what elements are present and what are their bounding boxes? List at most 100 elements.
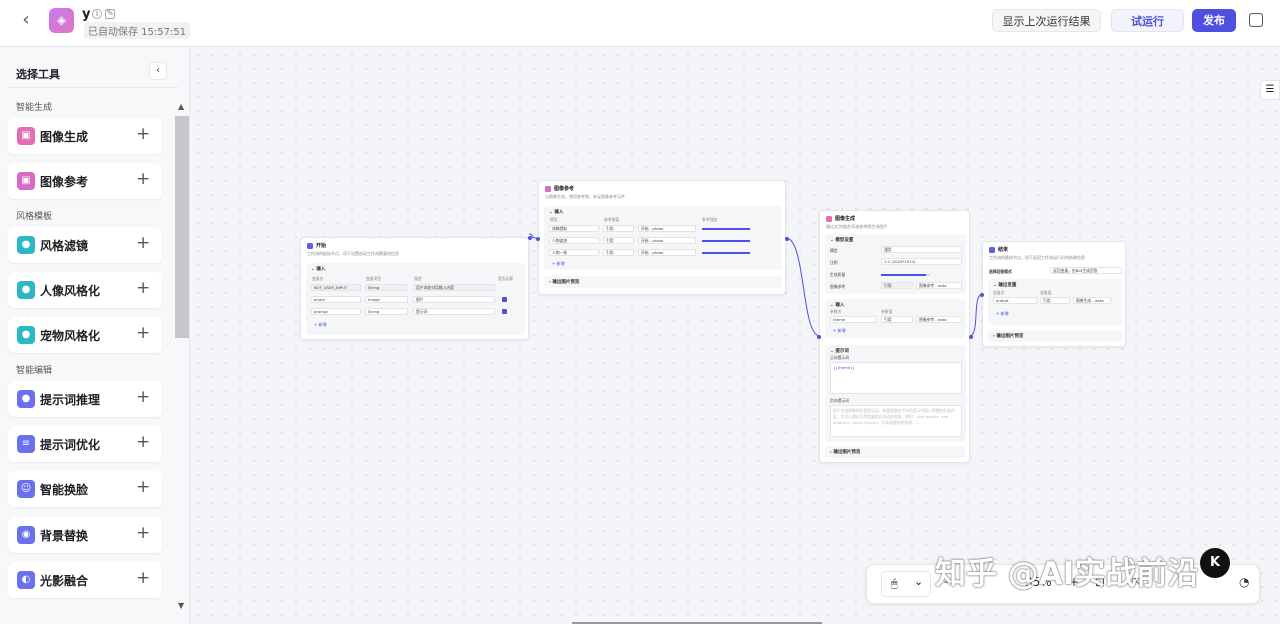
add-tool-icon[interactable]: + bbox=[136, 278, 150, 298]
input-port[interactable] bbox=[817, 335, 821, 339]
publish-button[interactable]: 发布 bbox=[1192, 9, 1236, 32]
var-name-field[interactable]: prompt bbox=[311, 308, 361, 315]
image-generation-node[interactable]: 图像生成 通过文字描述/添加参考图生成图片 ⌄ 模型设置 模型 通用 比例 1:… bbox=[817, 210, 973, 463]
ref-value-select[interactable]: 图像参考 - data bbox=[916, 282, 962, 289]
tool-style-filter[interactable]: ● 风格滤镜 + bbox=[8, 227, 162, 263]
field-label: 负向提示词 bbox=[830, 398, 849, 403]
tool-label: 风格滤镜 bbox=[40, 239, 89, 253]
required-checkbox[interactable] bbox=[502, 297, 507, 302]
param-value-select[interactable]: 图像参考 - data bbox=[916, 316, 962, 323]
tool-portrait-style[interactable]: ● 人像风格化 + bbox=[8, 272, 162, 308]
model-select[interactable]: 通用 bbox=[881, 246, 962, 253]
collapse-sidebar-icon[interactable]: ‹ bbox=[149, 62, 167, 80]
scroll-up-icon[interactable]: ▲ bbox=[178, 102, 184, 111]
var-name-field[interactable]: photo bbox=[311, 296, 361, 303]
ref-model-select[interactable]: 人物姿态 bbox=[549, 237, 599, 244]
tool-image-generation[interactable]: ▣ 图像生成 + bbox=[8, 118, 162, 154]
add-output-button[interactable]: + 新增 bbox=[996, 311, 1009, 317]
start-node[interactable]: 开始 工作流的起始节点，用于设置启动工作流需要的信息 ⌄ 输入 变量名 变量类型… bbox=[300, 236, 532, 340]
add-tool-icon[interactable]: + bbox=[136, 568, 150, 588]
interaction-mode-select[interactable]: 🖱 ⌄ bbox=[881, 571, 931, 597]
tool-prompt-optimize[interactable]: ≡ 提示词优化 + bbox=[8, 426, 162, 462]
add-param-button[interactable]: + 新增 bbox=[833, 328, 846, 334]
add-tool-icon[interactable]: + bbox=[136, 387, 150, 407]
end-output-preview[interactable]: › 输出图片预览 bbox=[988, 330, 1122, 342]
ref-strength-slider[interactable] bbox=[702, 252, 750, 254]
var-type-select[interactable]: String bbox=[365, 284, 408, 291]
test-run-button[interactable]: 试运行 bbox=[1111, 9, 1184, 32]
ref-model-select[interactable]: 线稿提取 bbox=[549, 225, 599, 232]
ref-model-select[interactable]: 人物一致 bbox=[549, 249, 599, 256]
var-desc-field[interactable]: 图片 bbox=[413, 296, 495, 303]
ref-mode-select[interactable]: 引用 bbox=[603, 249, 634, 256]
var-desc-field[interactable]: 用户本轮对话输入内容 bbox=[413, 284, 495, 291]
ref-mode-select[interactable]: 引用 bbox=[603, 237, 634, 244]
add-tool-icon[interactable]: + bbox=[136, 233, 150, 253]
scroll-down-icon[interactable]: ▼ bbox=[178, 601, 184, 610]
ref-strength-slider[interactable] bbox=[702, 228, 750, 230]
add-tool-icon[interactable]: + bbox=[136, 477, 150, 497]
tool-pet-style[interactable]: ● 宠物风格化 + bbox=[8, 317, 162, 353]
quality-slider[interactable] bbox=[881, 274, 926, 276]
output-var-field[interactable]: output bbox=[993, 297, 1037, 304]
tool-light-fusion[interactable]: ◐ 光影融合 + bbox=[8, 562, 162, 598]
edit-icon[interactable]: ✎ bbox=[105, 9, 115, 19]
ref-value-select[interactable]: 开始 - photo bbox=[638, 249, 696, 256]
ref-value-select[interactable]: 开始 - photo bbox=[638, 225, 696, 232]
col-header: 模型 bbox=[550, 217, 558, 222]
input-port[interactable] bbox=[980, 293, 984, 297]
tool-face-swap[interactable]: ☺ 智能换脸 + bbox=[8, 471, 162, 507]
col-header: 变量名 bbox=[312, 276, 324, 281]
help-icon[interactable]: ◔ bbox=[1239, 575, 1249, 589]
ref-mode-select[interactable]: 引用 bbox=[603, 225, 634, 232]
add-tool-icon[interactable]: + bbox=[136, 523, 150, 543]
light-icon: ◐ bbox=[17, 571, 35, 589]
output-port[interactable] bbox=[969, 335, 973, 339]
back-icon[interactable]: ‹ bbox=[16, 10, 36, 30]
negative-prompt-input[interactable]: 用于生成图像的负面提示词，如需提取在写作的提示中填入期望的负面内容，也可以通过引… bbox=[830, 405, 962, 437]
add-reference-button[interactable]: + 新增 bbox=[552, 261, 565, 267]
top-header: ‹ ◈ y i ✎ 已自动保存 15:57:51 显示上次运行结果 试运行 发布 bbox=[0, 0, 1280, 47]
output-value-select[interactable]: 图像生成 - data bbox=[1073, 297, 1111, 304]
var-name-field[interactable]: BOT_USER_INPUT bbox=[311, 284, 361, 291]
add-tool-icon[interactable]: + bbox=[136, 323, 150, 343]
input-port[interactable] bbox=[536, 237, 540, 241]
var-type-select[interactable]: Image bbox=[365, 296, 408, 303]
col-header: 参数名 bbox=[830, 309, 842, 314]
add-tool-icon[interactable]: + bbox=[136, 124, 150, 144]
end-node[interactable]: 结束 工作流的最终节点，用于返回工作流运行后的结果信息 选择回答模式 返回变量，… bbox=[980, 241, 1126, 347]
info-icon[interactable]: i bbox=[92, 9, 102, 19]
required-checkbox[interactable] bbox=[502, 309, 507, 314]
ratio-select[interactable]: 1:1 (1024*1024) bbox=[881, 258, 962, 265]
tool-background-replace[interactable]: ◉ 背景替换 + bbox=[8, 517, 162, 553]
output-port[interactable] bbox=[528, 236, 532, 240]
output-port[interactable] bbox=[785, 237, 789, 241]
gen-output-preview[interactable]: › 输出图片预览 bbox=[825, 446, 966, 458]
gen-node-desc: 通过文字描述/添加参考图生成图片 bbox=[826, 224, 888, 229]
answer-mode-select[interactable]: 返回变量，由Bot生成回答 bbox=[1050, 267, 1122, 274]
positive-prompt-input[interactable]: {{theme}} bbox=[830, 362, 962, 394]
workflow-canvas[interactable]: 开始 工作流的起始节点，用于设置启动工作流需要的信息 ⌄ 输入 变量名 变量类型… bbox=[191, 48, 1280, 624]
image-reference-node[interactable]: 图像参考 以图像生成，使用参考图，补足图像参考元件 ⌄ 输入 模型 参考图值 参… bbox=[536, 180, 789, 295]
ref-strength-slider[interactable] bbox=[702, 240, 750, 242]
end-node-desc: 工作流的最终节点，用于返回工作流运行后的结果信息 bbox=[989, 255, 1085, 260]
add-tool-icon[interactable]: + bbox=[136, 169, 150, 189]
sidebar-scrollbar[interactable] bbox=[175, 116, 189, 338]
ref-node-title: 图像参考 bbox=[554, 186, 575, 192]
copy-icon[interactable] bbox=[1249, 13, 1263, 27]
tool-prompt-inference[interactable]: ● 提示词推理 + bbox=[8, 381, 162, 417]
add-variable-button[interactable]: + 新增 bbox=[314, 322, 327, 328]
param-name-field[interactable]: theme bbox=[830, 316, 877, 323]
var-type-select[interactable]: String bbox=[365, 308, 408, 315]
panel-toggle-icon[interactable]: ☰ bbox=[1260, 80, 1280, 100]
add-tool-icon[interactable]: + bbox=[136, 432, 150, 452]
ref-value-select[interactable]: 开始 - photo bbox=[638, 237, 696, 244]
ref-mode-select[interactable]: 引用 bbox=[881, 282, 913, 289]
ref-output-preview[interactable]: › 输出图片预览 bbox=[544, 276, 782, 288]
var-desc-field[interactable]: 提示词 bbox=[413, 308, 495, 315]
tool-image-reference[interactable]: ▣ 图像参考 + bbox=[8, 163, 162, 199]
output-mode-select[interactable]: 引用 bbox=[1040, 297, 1070, 304]
col-header: 描述 bbox=[414, 276, 422, 281]
param-mode-select[interactable]: 引用 bbox=[881, 316, 913, 323]
show-last-result-button[interactable]: 显示上次运行结果 bbox=[992, 9, 1101, 32]
